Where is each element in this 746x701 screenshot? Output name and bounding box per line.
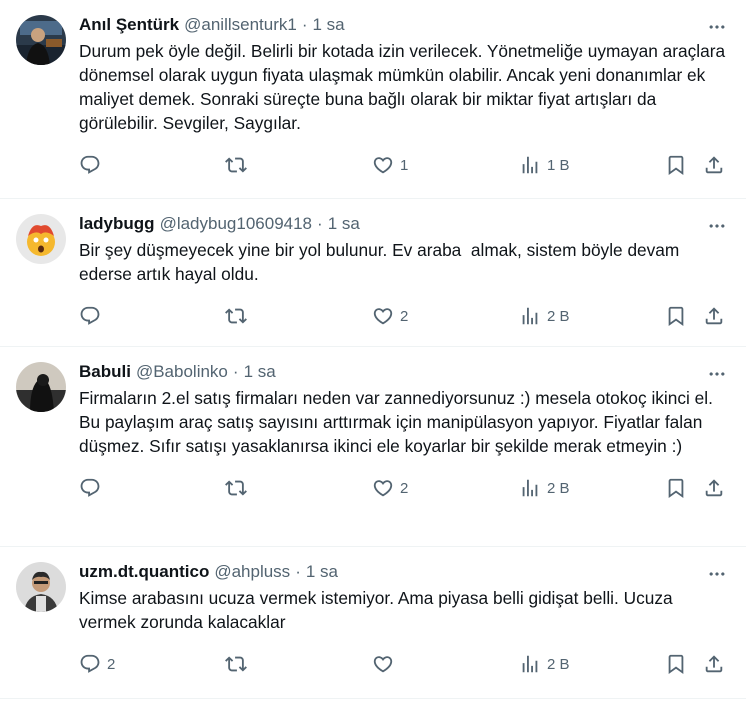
like-button[interactable]: 2 xyxy=(372,305,408,327)
views-count: 2 B xyxy=(547,655,570,673)
share-button[interactable] xyxy=(703,305,725,327)
separator-dot: · xyxy=(295,562,301,581)
reply-button[interactable]: 2 xyxy=(79,653,115,675)
timestamp[interactable]: 1 sa xyxy=(313,15,345,35)
repost-icon xyxy=(225,656,247,672)
views-button[interactable]: 2 B xyxy=(519,653,570,675)
views-count: 2 B xyxy=(547,479,570,497)
more-icon xyxy=(709,572,725,576)
like-button[interactable]: 1 xyxy=(372,154,408,176)
share-button[interactable] xyxy=(703,477,725,499)
reply-icon xyxy=(80,155,100,174)
author-name[interactable]: Babuli xyxy=(79,362,131,382)
heart-icon xyxy=(373,656,393,673)
author-handle[interactable]: @ladybug10609418 xyxy=(160,214,312,234)
action-bar: 2 2 B xyxy=(79,468,726,508)
bookmark-button[interactable] xyxy=(665,154,687,176)
like-button[interactable]: 2 xyxy=(372,477,408,499)
views-icon xyxy=(522,655,538,673)
tweet-text: Firmaların 2.el satış firmaları neden va… xyxy=(79,388,718,456)
tweet-text: Bir şey düşmeyecek yine bir yol bulunur.… xyxy=(79,240,685,284)
reply-button[interactable] xyxy=(79,477,107,499)
repost-button[interactable] xyxy=(225,477,253,499)
author-handle[interactable]: @Babolinko xyxy=(136,362,228,382)
share-icon xyxy=(705,156,723,174)
reply-icon xyxy=(80,654,100,673)
repost-button[interactable] xyxy=(225,154,253,176)
bookmark-button[interactable] xyxy=(665,653,687,675)
avatar[interactable] xyxy=(16,214,66,264)
views-count: 2 B xyxy=(547,307,570,325)
more-icon xyxy=(709,224,725,228)
views-icon xyxy=(522,479,538,497)
timestamp[interactable]: 1 sa xyxy=(244,362,276,382)
like-count: 2 xyxy=(400,307,409,325)
tweet-text: Durum pek öyle değil. Belirli bir kotada… xyxy=(79,41,730,133)
like-count: 2 xyxy=(400,479,409,497)
repost-button[interactable] xyxy=(225,653,253,675)
avatar[interactable] xyxy=(16,362,66,412)
bookmark-icon xyxy=(668,654,684,675)
action-bar: 1 1 B xyxy=(79,145,726,185)
views-button[interactable]: 2 B xyxy=(519,305,570,327)
like-button[interactable] xyxy=(372,653,400,675)
bookmark-icon xyxy=(668,478,684,499)
repost-icon xyxy=(225,480,247,496)
heart-icon xyxy=(373,308,393,325)
reply-tweet[interactable]: uzm.dt.quantico @ahpluss · 1 sa Kimse ar… xyxy=(0,547,746,699)
bookmark-icon xyxy=(668,306,684,327)
more-button[interactable] xyxy=(706,16,728,38)
avatar[interactable] xyxy=(16,15,66,65)
share-button[interactable] xyxy=(703,653,725,675)
views-button[interactable]: 1 B xyxy=(519,154,570,176)
like-count: 1 xyxy=(400,156,409,174)
separator-dot: · xyxy=(301,15,308,34)
action-bar: 2 2 B xyxy=(79,296,726,336)
heart-icon xyxy=(373,157,393,174)
separator-dot: · xyxy=(317,214,323,233)
bookmark-icon xyxy=(668,155,684,176)
views-count: 1 B xyxy=(547,156,570,174)
share-button[interactable] xyxy=(703,154,725,176)
reply-icon xyxy=(80,478,100,497)
author-handle[interactable]: @ahpluss xyxy=(214,562,290,582)
share-icon xyxy=(705,655,723,673)
share-icon xyxy=(705,307,723,325)
timestamp[interactable]: 1 sa xyxy=(306,562,338,582)
author-name[interactable]: uzm.dt.quantico xyxy=(79,562,209,582)
bookmark-button[interactable] xyxy=(665,477,687,499)
tweet-text: Kimse arabasını ucuza vermek istemiyor. … xyxy=(79,588,678,632)
more-button[interactable] xyxy=(706,363,728,385)
more-icon xyxy=(709,372,725,376)
repost-button[interactable] xyxy=(225,305,253,327)
reply-tweet[interactable]: Babuli @Babolinko · 1 sa Firmaların 2.el… xyxy=(0,347,746,547)
views-icon xyxy=(522,307,538,325)
repost-icon xyxy=(225,157,247,173)
author-name[interactable]: ladybugg xyxy=(79,214,155,234)
heart-icon xyxy=(373,480,393,497)
reply-feed: Anıl Şentürk @anillsenturk1 · 1 sa Durum… xyxy=(0,0,746,699)
views-icon xyxy=(522,156,538,174)
reply-icon xyxy=(80,306,100,325)
reply-button[interactable] xyxy=(79,154,107,176)
author-handle[interactable]: @anillsenturk1 xyxy=(184,15,297,35)
reply-tweet[interactable]: ladybugg @ladybug10609418 · 1 sa Bir şey… xyxy=(0,199,746,347)
action-bar: 2 2 B xyxy=(79,644,726,684)
reply-button[interactable] xyxy=(79,305,107,327)
repost-icon xyxy=(225,308,247,324)
share-icon xyxy=(705,479,723,497)
bookmark-button[interactable] xyxy=(665,305,687,327)
avatar[interactable] xyxy=(16,562,66,612)
more-button[interactable] xyxy=(706,563,728,585)
views-button[interactable]: 2 B xyxy=(519,477,570,499)
timestamp[interactable]: 1 sa xyxy=(328,214,360,234)
more-button[interactable] xyxy=(706,215,728,237)
more-icon xyxy=(709,25,725,29)
author-name[interactable]: Anıl Şentürk xyxy=(79,15,179,35)
reply-count: 2 xyxy=(107,655,116,673)
reply-tweet[interactable]: Anıl Şentürk @anillsenturk1 · 1 sa Durum… xyxy=(0,0,746,199)
separator-dot: · xyxy=(232,362,239,381)
